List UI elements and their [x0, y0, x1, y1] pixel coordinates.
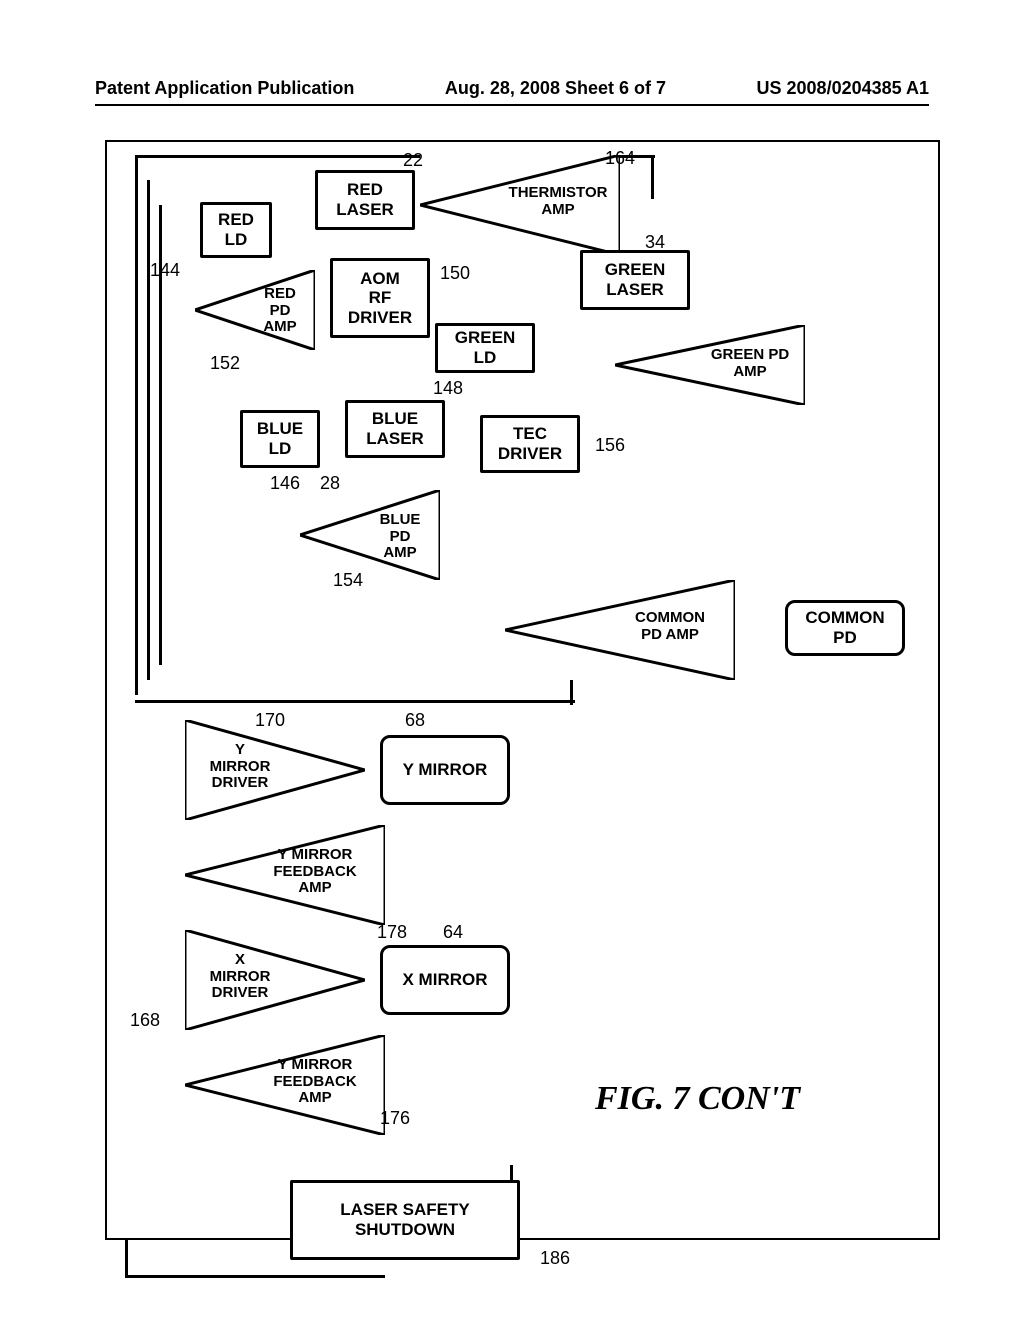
block-diagram: RED LD RED LASER THERMISTOR AMP GREEN LA…: [105, 140, 940, 1240]
amp-y-mirror-feedback-2: Y MIRROR FEEDBACK AMP: [185, 1035, 385, 1135]
amp-common-pd: COMMON PD AMP: [505, 580, 735, 680]
block-y-mirror: Y MIRROR: [380, 735, 510, 805]
header-left: Patent Application Publication: [95, 78, 354, 99]
ref-152: 152: [210, 353, 240, 374]
block-blue-laser: BLUE LASER: [345, 400, 445, 458]
ref-64: 64: [443, 922, 463, 943]
ref-28: 28: [320, 473, 340, 494]
ref-34: 34: [645, 232, 665, 253]
block-aom-rf-driver: AOM RF DRIVER: [330, 258, 430, 338]
amp-y-mirror-feedback: Y MIRROR FEEDBACK AMP: [185, 825, 385, 925]
figure-label: FIG. 7 CON'T: [595, 1080, 800, 1118]
ref-186: 186: [540, 1248, 570, 1269]
ref-68: 68: [405, 710, 425, 731]
block-laser-safety-shutdown: LASER SAFETY SHUTDOWN: [290, 1180, 520, 1260]
block-green-laser: GREEN LASER: [580, 250, 690, 310]
header-center: Aug. 28, 2008 Sheet 6 of 7: [445, 78, 666, 99]
ref-148: 148: [433, 378, 463, 399]
ref-150: 150: [440, 263, 470, 284]
block-red-laser: RED LASER: [315, 170, 415, 230]
ref-168: 168: [130, 1010, 160, 1031]
ref-156: 156: [595, 435, 625, 456]
amp-thermistor: THERMISTOR AMP: [420, 155, 620, 255]
ref-176: 176: [380, 1108, 410, 1129]
ref-22: 22: [403, 150, 423, 171]
ref-144: 144: [150, 260, 180, 281]
block-red-ld: RED LD: [200, 202, 272, 258]
block-tec-driver: TEC DRIVER: [480, 415, 580, 473]
ref-170: 170: [255, 710, 285, 731]
ref-146: 146: [270, 473, 300, 494]
amp-red-pd: RED PD AMP: [195, 270, 315, 350]
block-blue-ld: BLUE LD: [240, 410, 320, 468]
ref-164: 164: [605, 148, 635, 169]
block-green-ld: GREEN LD: [435, 323, 535, 373]
ref-154: 154: [333, 570, 363, 591]
amp-blue-pd: BLUE PD AMP: [300, 490, 440, 580]
block-common-pd: COMMON PD: [785, 600, 905, 656]
amp-green-pd: GREEN PD AMP: [615, 325, 805, 405]
ref-178: 178: [377, 922, 407, 943]
header-right: US 2008/0204385 A1: [757, 78, 929, 99]
header-rule: [95, 104, 929, 106]
amp-x-mirror-driver: X MIRROR DRIVER: [185, 930, 365, 1030]
block-x-mirror: X MIRROR: [380, 945, 510, 1015]
amp-y-mirror-driver: Y MIRROR DRIVER: [185, 720, 365, 820]
